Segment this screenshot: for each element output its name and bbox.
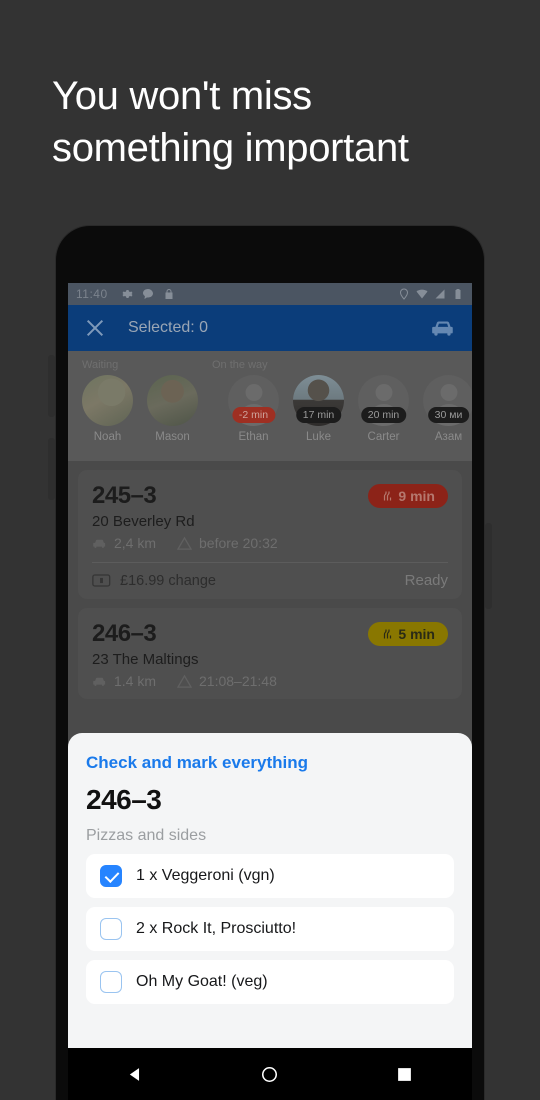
list-item-label: 1 x Veggeroni (vgn) (136, 867, 275, 884)
group-label-on-the-way: On the way (212, 359, 268, 371)
headline-line-1: You won't miss (52, 74, 312, 118)
group-label-waiting: Waiting (82, 359, 119, 371)
order-cook-time-text: 5 min (398, 626, 435, 642)
order-status: Ready (404, 572, 448, 589)
wifi-icon (416, 289, 428, 299)
order-card[interactable]: 246–3 5 min 23 The Maltings 1.4 km 21:08… (78, 608, 462, 699)
volume-down-button[interactable] (48, 438, 55, 500)
selected-count-label: Selected: 0 (128, 319, 209, 336)
car-icon (93, 677, 106, 686)
order-payment: £16.99 change (120, 572, 216, 589)
courier-eta-badge: -2 min (231, 407, 276, 423)
volume-up-button[interactable] (48, 355, 55, 417)
status-bar: 11:40 (68, 283, 472, 305)
order-number: 246–3 (92, 620, 157, 647)
steam-icon (384, 491, 392, 501)
courier-item[interactable]: Noah (82, 375, 133, 443)
steam-icon (384, 629, 392, 639)
list-item-label: Oh My Goat! (veg) (136, 973, 268, 990)
order-distance: 1.4 km (114, 673, 157, 689)
order-address: 20 Beverley Rd (92, 513, 195, 530)
courier-name: Carter (367, 431, 400, 443)
courier-item[interactable]: 17 min Luke (293, 375, 344, 443)
order-time-note: before 20:32 (199, 535, 278, 551)
bottom-sheet: Check and mark everything 246–3 Pizzas a… (68, 733, 472, 1048)
courier-item[interactable]: 30 ми Азам (423, 375, 472, 443)
order-meta: 2,4 km before 20:32 (92, 535, 448, 551)
back-triangle-icon[interactable] (127, 1066, 144, 1083)
order-header: 246–3 5 min (92, 620, 448, 648)
order-card[interactable]: 245–3 9 min 20 Beverley Rd 2,4 km before… (78, 470, 462, 599)
courier-eta-badge: 17 min (295, 407, 342, 423)
courier-avatar-list: Noah Mason -2 min Ethan 17 min Luke 20 m… (68, 371, 472, 443)
signal-icon (435, 289, 445, 299)
courier-eta-badge: 30 ми (427, 407, 470, 423)
android-nav-bar (68, 1048, 472, 1100)
home-circle-icon[interactable] (261, 1066, 278, 1083)
courier-name: Азам (434, 431, 463, 443)
courier-eta-badge: 20 min (360, 407, 407, 423)
banknote-icon (92, 574, 111, 587)
order-address: 23 The Maltings (92, 651, 199, 668)
avatar (147, 375, 198, 426)
courier-name: Mason (155, 431, 190, 443)
app-bar: Selected: 0 (68, 305, 472, 351)
order-header: 245–3 9 min (92, 482, 448, 510)
order-footer: £16.99 change Ready (92, 562, 448, 589)
check-everything-link[interactable]: Check and mark everything (86, 753, 454, 773)
order-cook-time-badge: 9 min (368, 484, 448, 508)
order-cook-time-badge: 5 min (368, 622, 448, 646)
chat-bubble-icon (142, 289, 153, 299)
car-icon[interactable] (430, 315, 456, 341)
courier-name: Luke (306, 431, 331, 443)
location-pin-icon (399, 288, 409, 300)
order-distance: 2,4 km (114, 535, 157, 551)
courier-item[interactable]: Mason (147, 375, 198, 443)
close-icon[interactable] (84, 317, 106, 339)
checkbox[interactable] (100, 865, 122, 887)
list-item[interactable]: 2 x Rock It, Prosciutto! (86, 907, 454, 951)
power-button[interactable] (485, 523, 492, 609)
sheet-order-number: 246–3 (86, 784, 162, 815)
warning-triangle-icon (177, 674, 193, 688)
list-item-label: 2 x Rock It, Prosciutto! (136, 920, 297, 937)
order-meta: 1.4 km 21:08–21:48 (92, 673, 448, 689)
couriers-strip: Waiting On the way Noah Mason -2 min Eth… (68, 351, 472, 461)
phone-screen: 11:40 Selected: 0 Waiting On the way Noa… (68, 283, 472, 1100)
courier-name: Ethan (238, 431, 269, 443)
list-item[interactable]: 1 x Veggeroni (vgn) (86, 854, 454, 898)
headline-line-2: something important (52, 126, 409, 170)
avatar (82, 375, 133, 426)
warning-triangle-icon (177, 536, 193, 550)
checkbox[interactable] (100, 918, 122, 940)
courier-item[interactable]: 20 min Carter (358, 375, 409, 443)
status-bar-right-icons (398, 288, 464, 300)
promo-screenshot: You won't miss something important 11:40 (0, 0, 540, 1100)
page-title: You won't miss something important (52, 70, 492, 174)
gear-icon (122, 290, 133, 298)
order-number: 245–3 (92, 482, 157, 509)
checkbox[interactable] (100, 971, 122, 993)
courier-group-labels: Waiting On the way (68, 359, 472, 371)
recents-square-icon[interactable] (396, 1066, 413, 1083)
order-cook-time-text: 9 min (398, 488, 435, 504)
status-bar-left-icons (121, 288, 175, 300)
courier-name: Noah (93, 431, 122, 443)
order-time-note: 21:08–21:48 (199, 673, 277, 689)
car-icon (93, 539, 106, 548)
list-item[interactable]: Oh My Goat! (veg) (86, 960, 454, 1004)
sheet-section-label: Pizzas and sides (86, 827, 207, 844)
courier-item[interactable]: -2 min Ethan (228, 375, 279, 443)
battery-icon (455, 289, 461, 299)
lock-icon (165, 289, 173, 299)
order-list: 245–3 9 min 20 Beverley Rd 2,4 km before… (68, 461, 472, 699)
status-bar-time: 11:40 (76, 287, 108, 301)
